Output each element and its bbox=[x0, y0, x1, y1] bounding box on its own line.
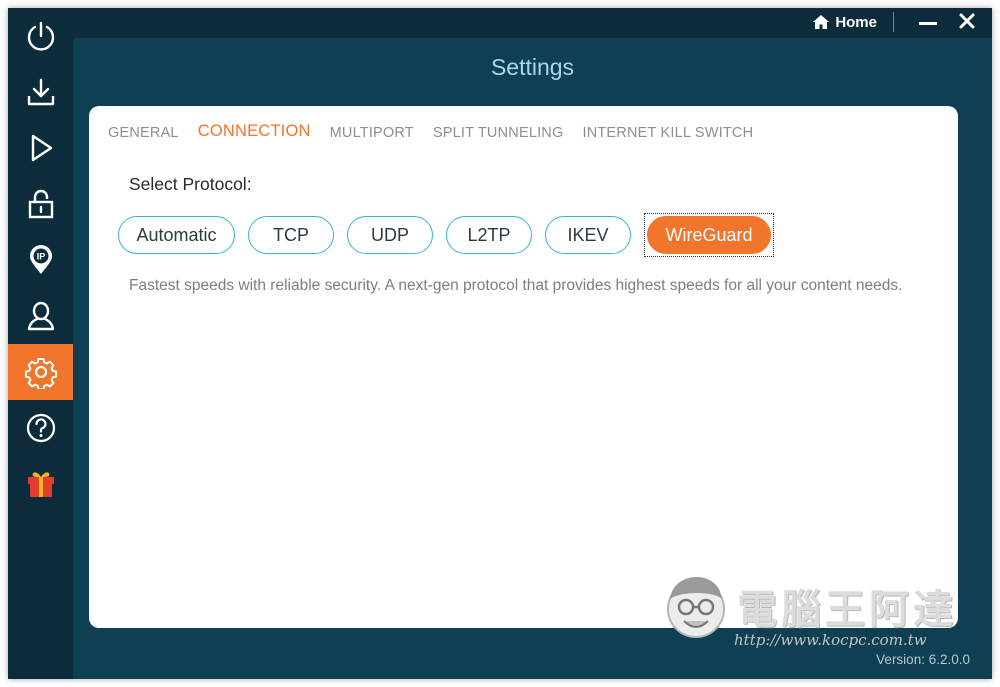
protocol-l2tp-button[interactable]: L2TP bbox=[446, 216, 532, 254]
protocol-ikev-button[interactable]: IKEV bbox=[545, 216, 631, 254]
protocol-automatic-button[interactable]: Automatic bbox=[118, 216, 235, 254]
watermark-url: http://www.kocpc.com.tw bbox=[734, 631, 927, 649]
sidebar-item-account[interactable] bbox=[8, 288, 73, 344]
watermark: 電腦王阿達 http://www.kocpc.com.tw bbox=[652, 565, 962, 655]
protocol-udp-button[interactable]: UDP bbox=[347, 216, 433, 254]
title-bar: Home bbox=[73, 8, 992, 38]
gift-icon bbox=[27, 472, 54, 497]
download-icon bbox=[27, 78, 54, 106]
title-bar-divider bbox=[893, 12, 894, 32]
help-icon bbox=[26, 413, 55, 443]
lock-icon bbox=[28, 189, 53, 219]
sidebar-item-power[interactable] bbox=[8, 8, 73, 64]
protocol-options: Automatic TCP UDP L2TP IKEV WireGuard bbox=[118, 213, 787, 257]
sidebar-item-gift[interactable] bbox=[8, 456, 73, 512]
protocol-tcp-button[interactable]: TCP bbox=[248, 216, 334, 254]
tab-multiport[interactable]: MULTIPORT bbox=[330, 122, 414, 144]
sidebar-item-security[interactable] bbox=[8, 176, 73, 232]
protocol-wireguard-button[interactable]: WireGuard bbox=[647, 216, 771, 254]
ip-pin-icon: IP bbox=[29, 245, 52, 274]
gear-icon bbox=[24, 358, 57, 389]
sidebar-item-download[interactable] bbox=[8, 64, 73, 120]
home-button[interactable]: Home bbox=[812, 11, 877, 33]
home-icon bbox=[813, 15, 830, 29]
svg-text:IP: IP bbox=[36, 252, 45, 262]
sidebar: IP bbox=[8, 8, 73, 679]
minimize-button[interactable] bbox=[916, 12, 940, 32]
tab-split-tunneling[interactable]: SPLIT TUNNELING bbox=[433, 122, 564, 144]
sidebar-item-ip[interactable]: IP bbox=[8, 232, 73, 288]
close-button[interactable] bbox=[957, 11, 977, 31]
watermark-text: 電腦王阿達 bbox=[737, 587, 957, 633]
sidebar-item-settings[interactable] bbox=[8, 344, 73, 400]
user-icon bbox=[27, 301, 54, 331]
page-title: Settings bbox=[490, 54, 575, 80]
home-label: Home bbox=[835, 13, 877, 31]
mascot-icon bbox=[667, 577, 725, 638]
select-protocol-label: Select Protocol: bbox=[129, 174, 252, 194]
protocol-focus-ring: WireGuard bbox=[644, 213, 774, 257]
tab-connection[interactable]: CONNECTION bbox=[198, 120, 311, 144]
power-icon bbox=[27, 21, 54, 51]
tab-internet-kill-switch[interactable]: INTERNET KILL SWITCH bbox=[582, 122, 753, 144]
settings-panel: GENERAL CONNECTION MULTIPORT SPLIT TUNNE… bbox=[89, 106, 958, 628]
sidebar-item-help[interactable] bbox=[8, 400, 73, 456]
play-icon bbox=[31, 134, 52, 162]
close-icon bbox=[959, 13, 975, 29]
tab-general[interactable]: GENERAL bbox=[108, 122, 179, 144]
protocol-description: Fastest speeds with reliable security. A… bbox=[129, 277, 903, 294]
sidebar-item-connect[interactable] bbox=[8, 120, 73, 176]
settings-tabs: GENERAL CONNECTION MULTIPORT SPLIT TUNNE… bbox=[108, 122, 772, 144]
